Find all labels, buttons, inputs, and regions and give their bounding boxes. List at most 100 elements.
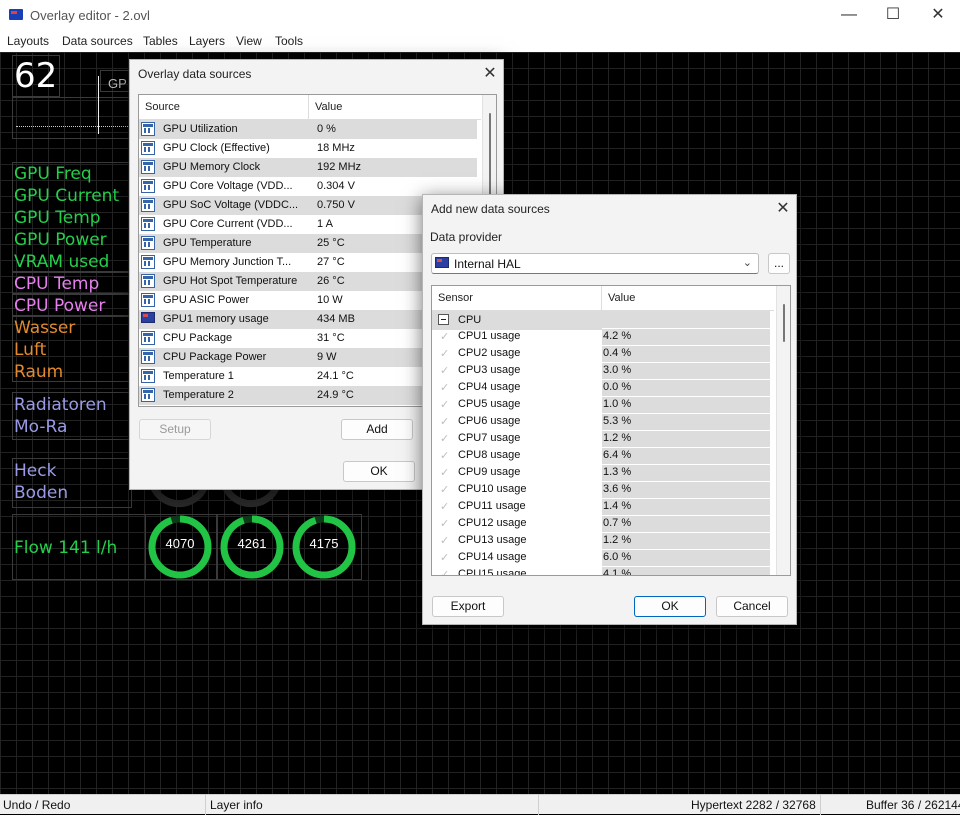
label-raum: Raum: [14, 362, 64, 382]
setup-button[interactable]: Setup: [139, 419, 211, 440]
graph-box[interactable]: [12, 97, 132, 139]
col-header-sensor[interactable]: Sensor: [438, 292, 473, 304]
col-header-value[interactable]: Value: [315, 101, 342, 113]
check-icon[interactable]: ✓: [440, 364, 449, 377]
status-undo: Undo / Redo: [3, 798, 71, 812]
menu-layers[interactable]: Layers: [189, 34, 225, 48]
list-item[interactable]: ✓ CPU2 usage 0.4 %: [432, 345, 770, 362]
graph-marker: [98, 76, 99, 134]
sources-scroll-thumb[interactable]: [489, 113, 491, 203]
check-icon[interactable]: ✓: [440, 415, 449, 428]
check-icon[interactable]: ✓: [440, 534, 449, 547]
close-button[interactable]: ✕: [915, 0, 960, 32]
table-row[interactable]: GPU Memory Clock 192 MHz: [139, 158, 477, 177]
hal-icon: [141, 236, 155, 250]
row-value: 0 %: [317, 123, 336, 135]
table-row[interactable]: GPU Clock (Effective) 18 MHz: [139, 139, 477, 158]
export-button[interactable]: Export: [432, 596, 504, 617]
hal-icon: [141, 255, 155, 269]
row-source: GPU Memory Junction T...: [163, 256, 292, 268]
check-icon[interactable]: ✓: [440, 500, 449, 513]
check-icon[interactable]: ✓: [440, 483, 449, 496]
list-item[interactable]: ✓ CPU15 usage 4.1 %: [432, 566, 770, 575]
sensor-name: CPU4 usage: [458, 381, 521, 393]
label-boden: Boden: [14, 483, 69, 503]
menu-data-sources[interactable]: Data sources: [62, 34, 133, 48]
col-header-source[interactable]: Source: [145, 101, 180, 113]
minimize-button[interactable]: —: [826, 0, 872, 32]
check-icon[interactable]: ✓: [440, 398, 449, 411]
check-icon[interactable]: ✓: [440, 568, 449, 575]
sensors-grid-header: Sensor Value: [432, 286, 774, 311]
sensor-name: CPU12 usage: [458, 517, 527, 529]
sensor-name: CPU6 usage: [458, 415, 521, 427]
row-source: CPU Package: [163, 332, 233, 344]
list-item[interactable]: ✓ CPU3 usage 3.0 %: [432, 362, 770, 379]
check-icon[interactable]: ✓: [440, 466, 449, 479]
sensors-scrollbar[interactable]: [776, 286, 790, 575]
check-icon[interactable]: ✓: [440, 381, 449, 394]
row-value: 1 A: [317, 218, 333, 230]
sensor-value: 5.3 %: [603, 415, 632, 427]
label-gpu-power: GPU Power: [14, 230, 107, 250]
ok-button[interactable]: OK: [343, 461, 415, 482]
dialog-close-icon[interactable]: ✕: [475, 61, 505, 87]
check-icon[interactable]: ✓: [440, 551, 449, 564]
sensor-value: 0.7 %: [603, 517, 632, 529]
sensor-value: 4.2 %: [603, 330, 632, 342]
list-item[interactable]: ✓ CPU9 usage 1.3 %: [432, 464, 770, 481]
hal-icon: [141, 198, 155, 212]
sensors-grid[interactable]: Sensor Value CPU ✓ CPU1 usage 4.2 % ✓ CPU2 u…: [431, 285, 791, 576]
sensor-value: 1.2 %: [603, 534, 632, 546]
list-item[interactable]: ✓ CPU11 usage 1.4 %: [432, 498, 770, 515]
sensors-scroll-thumb[interactable]: [783, 304, 785, 342]
collapse-icon[interactable]: [438, 314, 449, 325]
list-item[interactable]: ✓ CPU13 usage 1.2 %: [432, 532, 770, 549]
list-item[interactable]: ✓ CPU1 usage 4.2 %: [432, 328, 770, 345]
list-item[interactable]: ✓ CPU7 usage 1.2 %: [432, 430, 770, 447]
menu-tables[interactable]: Tables: [143, 34, 178, 48]
cancel-button[interactable]: Cancel: [716, 596, 788, 617]
list-item[interactable]: ✓ CPU4 usage 0.0 %: [432, 379, 770, 396]
row-value: 192 MHz: [317, 161, 362, 173]
check-icon[interactable]: ✓: [440, 330, 449, 343]
check-icon[interactable]: ✓: [440, 517, 449, 530]
check-icon[interactable]: ✓: [440, 432, 449, 445]
list-item[interactable]: ✓ CPU5 usage 1.0 %: [432, 396, 770, 413]
maximize-button[interactable]: ☐: [870, 0, 916, 32]
sensor-value: 3.0 %: [603, 364, 632, 376]
menu-view[interactable]: View: [236, 34, 262, 48]
hal-icon: [141, 122, 155, 136]
browse-button[interactable]: ...: [768, 253, 790, 274]
table-row[interactable]: GPU Utilization 0 %: [139, 120, 477, 139]
sensor-name: CPU14 usage: [458, 551, 527, 563]
hal-icon: [141, 217, 155, 231]
check-icon[interactable]: ✓: [440, 347, 449, 360]
add-ok-button[interactable]: OK: [634, 596, 706, 617]
sources-grid-header: Source Value: [139, 95, 481, 120]
check-icon[interactable]: ✓: [440, 449, 449, 462]
row-source: GPU SoC Voltage (VDDC...: [163, 199, 299, 211]
list-item[interactable]: ✓ CPU6 usage 5.3 %: [432, 413, 770, 430]
gauge-3: 4175: [291, 514, 357, 580]
sensor-name: CPU7 usage: [458, 432, 521, 444]
provider-select[interactable]: Internal HAL ⌄: [431, 253, 759, 274]
menu-layouts[interactable]: Layouts: [7, 34, 49, 48]
provider-label: Data provider: [430, 230, 503, 244]
row-source: GPU Core Current (VDD...: [163, 218, 293, 230]
menu-tools[interactable]: Tools: [275, 34, 303, 48]
status-buffer: Buffer 36 / 262144: [866, 798, 960, 812]
add-data-sources-dialog: Add new data sources ✕ Data provider Int…: [422, 194, 797, 625]
add-button[interactable]: Add: [341, 419, 413, 440]
add-dialog-close-icon[interactable]: ✕: [768, 196, 798, 222]
col-header-sensor-value[interactable]: Value: [608, 292, 635, 304]
list-item[interactable]: ✓ CPU10 usage 3.6 %: [432, 481, 770, 498]
row-value: 31 °C: [317, 332, 345, 344]
list-item[interactable]: ✓ CPU14 usage 6.0 %: [432, 549, 770, 566]
hal-icon: [141, 141, 155, 155]
label-vram-used: VRAM used: [14, 252, 110, 272]
list-item[interactable]: ✓ CPU8 usage 6.4 %: [432, 447, 770, 464]
row-value: 434 MB: [317, 313, 355, 325]
sensor-value: 1.4 %: [603, 500, 632, 512]
list-item[interactable]: ✓ CPU12 usage 0.7 %: [432, 515, 770, 532]
